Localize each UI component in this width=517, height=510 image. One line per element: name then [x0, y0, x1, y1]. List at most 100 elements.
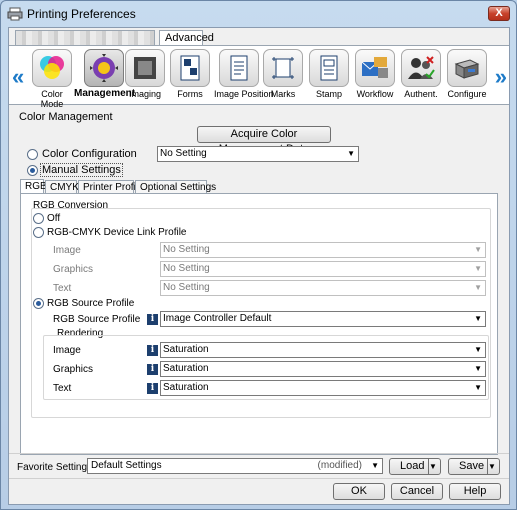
device-link-profile-label: RGB-CMYK Device Link Profile [47, 227, 187, 238]
icon-label: Forms [177, 89, 203, 99]
printing-preferences-window: Printing Preferences X Advanced « Color … [0, 0, 517, 510]
title-bar: Printing Preferences X [1, 1, 516, 27]
device-link-image-select[interactable]: No Setting ▼ [160, 242, 486, 258]
stamp-icon [309, 49, 349, 87]
dropdown-arrow-icon: ▼ [474, 314, 482, 323]
icon-label: Authent. [404, 89, 438, 99]
icon-button-authentication[interactable]: Authent. [398, 49, 444, 99]
favorite-setting-value: Default Settings [91, 460, 162, 471]
imaging-icon [125, 49, 165, 87]
icon-label: Workflow [356, 89, 394, 99]
window-title: Printing Preferences [27, 7, 136, 21]
section-title-color-management: Color Management [19, 111, 113, 123]
select-value: No Setting [163, 282, 210, 293]
icon-label: Image Position [214, 89, 274, 99]
icon-label: Marks [270, 89, 296, 99]
scroll-left-icon[interactable]: « [12, 64, 24, 90]
tab-cmyk[interactable]: CMYK [45, 180, 79, 194]
select-value: No Setting [163, 244, 210, 255]
rgb-source-profile-select[interactable]: Image Controller Default ▼ [160, 311, 486, 327]
rgb-source-profile-label: RGB Source Profile [47, 298, 135, 309]
favorite-setting-field[interactable]: Default Settings (modified) ▼ [87, 458, 383, 474]
info-icon[interactable]: i [147, 364, 158, 375]
save-dropdown-icon[interactable]: ▼ [487, 459, 499, 474]
select-value: Saturation [163, 363, 209, 374]
dropdown-arrow-icon: ▼ [474, 364, 482, 373]
icon-button-marks[interactable]: Marks [260, 49, 306, 99]
off-label: Off [47, 213, 61, 224]
color-mode-icon [32, 49, 72, 87]
buttons-divider [9, 478, 509, 479]
dropdown-arrow-icon: ▼ [474, 345, 482, 354]
icon-button-configure[interactable]: Configure [444, 49, 490, 99]
tab-printer-profile[interactable]: Printer Profile [78, 180, 144, 194]
select-value: No Setting [160, 148, 207, 159]
dropdown-arrow-icon: ▼ [474, 264, 482, 273]
manual-settings-label: Manual Settings [40, 163, 123, 177]
cancel-button[interactable]: Cancel [391, 483, 443, 500]
dropdown-arrow-icon: ▼ [474, 245, 482, 254]
marks-icon [263, 49, 303, 87]
favorite-setting-label: Favorite Setting [17, 462, 88, 473]
help-button[interactable]: Help [449, 483, 501, 500]
icon-button-imaging[interactable]: Imaging [122, 49, 168, 99]
icon-button-color-mode[interactable]: Color Mode [29, 49, 75, 109]
printer-icon [7, 7, 23, 21]
icon-button-forms[interactable]: Forms [167, 49, 213, 99]
image-position-icon [219, 49, 259, 87]
save-button-label: Save [459, 460, 485, 472]
device-link-text-select[interactable]: No Setting ▼ [160, 280, 486, 296]
select-value: Image Controller Default [163, 313, 272, 324]
info-icon[interactable]: i [147, 314, 158, 325]
close-button[interactable]: X [488, 6, 510, 21]
device-link-graphics-label: Graphics [53, 264, 94, 275]
rendering-text-select[interactable]: Saturation ▼ [160, 380, 486, 396]
device-link-image-label: Image [53, 245, 81, 256]
configure-icon [447, 49, 487, 87]
function-icon-strip: « Color Mode Management Imaging Forms Im… [9, 45, 509, 109]
off-radio[interactable] [33, 213, 44, 224]
color-configuration-radio[interactable] [27, 149, 38, 160]
modified-indicator: (modified) [317, 460, 362, 471]
select-value: Saturation [163, 344, 209, 355]
management-icon [84, 49, 124, 87]
icon-button-stamp[interactable]: Stamp [306, 49, 352, 99]
icon-label: Configure [447, 89, 487, 99]
select-value: Saturation [163, 382, 209, 393]
icon-label: Color Mode [40, 89, 64, 109]
rgb-source-profile-radio[interactable] [33, 298, 44, 309]
dropdown-arrow-icon: ▼ [347, 149, 355, 158]
ok-button[interactable]: OK [333, 483, 385, 500]
scroll-right-icon[interactable]: » [495, 64, 507, 90]
footer-divider [9, 453, 509, 454]
icon-button-image-position[interactable]: Image Position [214, 49, 274, 99]
info-icon[interactable]: i [147, 345, 158, 356]
dropdown-arrow-icon[interactable]: ▼ [371, 459, 379, 473]
rendering-image-select[interactable]: Saturation ▼ [160, 342, 486, 358]
tab-advanced[interactable]: Advanced [159, 30, 214, 46]
tab-basic-blurred[interactable] [15, 30, 155, 46]
info-icon[interactable]: i [147, 383, 158, 394]
load-dropdown-icon[interactable]: ▼ [428, 459, 440, 474]
authentication-icon [401, 49, 441, 87]
rendering-graphics-label: Graphics [53, 364, 94, 375]
tab-optional-settings[interactable]: Optional Settings [135, 180, 216, 194]
manual-settings-radio[interactable] [27, 165, 38, 176]
load-button[interactable]: Load ▼ [389, 458, 441, 475]
save-button[interactable]: Save ▼ [448, 458, 500, 475]
device-link-text-label: Text [53, 283, 72, 294]
device-link-profile-radio[interactable] [33, 227, 44, 238]
workflow-icon [355, 49, 395, 87]
rgb-source-profile-row-label: RGB Source Profile [53, 314, 141, 325]
dialog-client-area: Advanced « Color Mode Management Imaging… [8, 27, 510, 505]
dropdown-arrow-icon: ▼ [474, 283, 482, 292]
icon-button-workflow[interactable]: Workflow [352, 49, 398, 99]
rendering-image-label: Image [53, 345, 81, 356]
color-configuration-select[interactable]: No Setting ▼ [157, 146, 359, 162]
color-configuration-label: Color Configuration [42, 148, 137, 160]
icon-label: Stamp [315, 89, 342, 99]
forms-icon [170, 49, 210, 87]
acquire-color-management-button[interactable]: Acquire Color Management Data [197, 126, 331, 155]
device-link-graphics-select[interactable]: No Setting ▼ [160, 261, 486, 277]
rendering-graphics-select[interactable]: Saturation ▼ [160, 361, 486, 377]
